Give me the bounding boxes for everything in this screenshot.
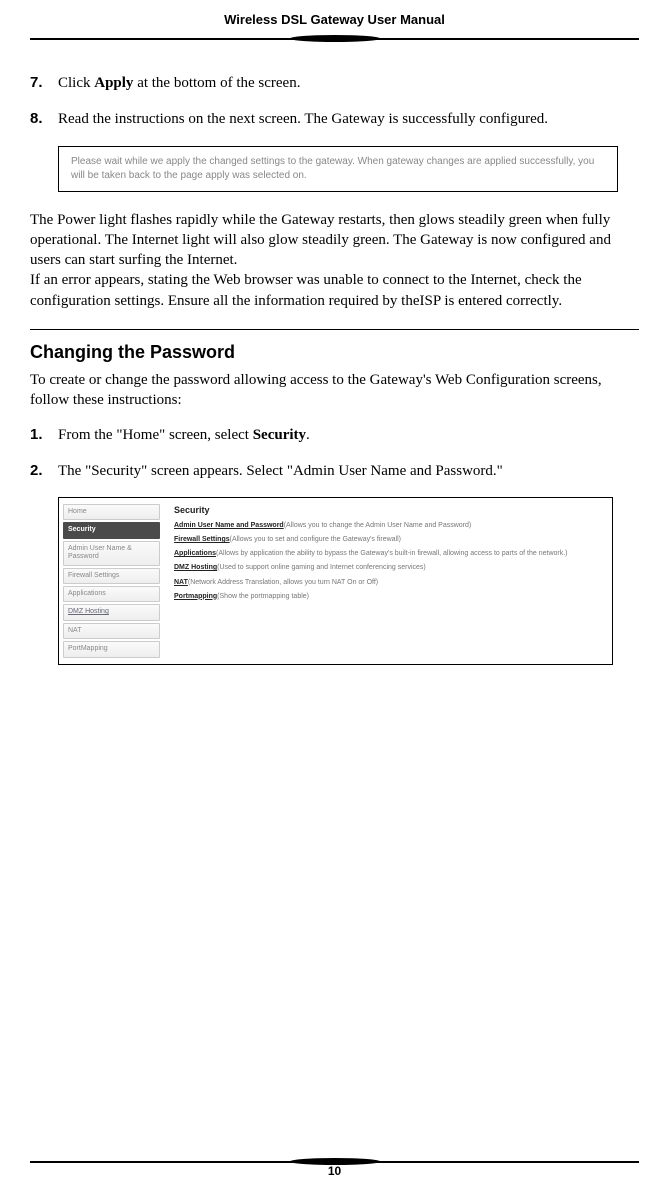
text: The "Security" screen appears. Select "A… (58, 463, 503, 479)
ss-link: NAT (174, 579, 188, 586)
bold-security: Security (253, 427, 306, 443)
security-screenshot: Home Security Admin User Name & Password… (58, 497, 613, 665)
step-number: 1. (30, 425, 58, 445)
screenshot-row: Portmapping(Show the portmapping table) (174, 592, 602, 601)
page-header: Wireless DSL Gateway User Manual (0, 0, 669, 27)
step-text: The "Security" screen appears. Select "A… (58, 461, 639, 481)
sidebar-item-applications: Applications (63, 586, 160, 602)
header-rule (0, 35, 669, 43)
step-number: 7. (30, 73, 58, 93)
page-number: 10 (0, 1164, 669, 1178)
step-text: From the "Home" screen, select Security. (58, 425, 639, 445)
sidebar-item-nat: NAT (63, 623, 160, 639)
sidebar-item-portmap: PortMapping (63, 641, 160, 657)
step-2: 2. The "Security" screen appears. Select… (30, 461, 639, 481)
ss-link: Firewall Settings (174, 536, 230, 543)
step-7: 7. Click Apply at the bottom of the scre… (30, 73, 639, 93)
screenshot-sidebar: Home Security Admin User Name & Password… (59, 498, 164, 664)
bold-apply: Apply (94, 75, 133, 91)
ss-link: Portmapping (174, 593, 217, 600)
step-text: Click Apply at the bottom of the screen. (58, 73, 639, 93)
paragraph: If an error appears, stating the Web bro… (30, 270, 639, 311)
screenshot-row: DMZ Hosting(Used to support online gamin… (174, 563, 602, 572)
ss-desc: (Used to support online gaming and Inter… (217, 564, 426, 571)
section-heading: Changing the Password (30, 340, 639, 364)
screenshot-row: Firewall Settings(Allows you to set and … (174, 535, 602, 544)
ss-desc: (Allows by application the ability to by… (216, 550, 568, 557)
step-number: 8. (30, 109, 58, 129)
sidebar-item-dmz: DMZ Hosting (63, 604, 160, 620)
message-text: Please wait while we apply the changed s… (71, 155, 605, 183)
screenshot-title: Security (174, 504, 602, 516)
screenshot-row: NAT(Network Address Translation, allows … (174, 578, 602, 587)
text: at the bottom of the screen. (133, 75, 300, 91)
paragraph: The Power light flashes rapidly while th… (30, 210, 639, 271)
screenshot-main: Security Admin User Name and Password(Al… (164, 498, 612, 664)
step-1: 1. From the "Home" screen, select Securi… (30, 425, 639, 445)
page-content: 7. Click Apply at the bottom of the scre… (0, 43, 669, 665)
ss-link: Applications (174, 550, 216, 557)
text: From the "Home" screen, select (58, 427, 253, 443)
message-box: Please wait while we apply the changed s… (58, 146, 618, 192)
section-rule (30, 329, 639, 330)
ss-desc: (Show the portmapping table) (217, 593, 309, 600)
ss-link: DMZ Hosting (174, 564, 217, 571)
ss-desc: (Allows you to set and configure the Gat… (230, 536, 401, 543)
step-text: Read the instructions on the next screen… (58, 109, 639, 129)
sidebar-item-security: Security (63, 522, 160, 538)
sidebar-item-home: Home (63, 504, 160, 520)
sidebar-item-admin: Admin User Name & Password (63, 541, 160, 566)
sidebar-item-firewall: Firewall Settings (63, 568, 160, 584)
ss-desc: (Network Address Translation, allows you… (188, 579, 378, 586)
ss-link: Admin User Name and Password (174, 522, 284, 529)
ss-desc: (Allows you to change the Admin User Nam… (284, 522, 472, 529)
text: Click (58, 75, 94, 91)
screenshot-row: Applications(Allows by application the a… (174, 549, 602, 558)
text: Read the instructions on the next screen… (58, 111, 548, 127)
screenshot-row: Admin User Name and Password(Allows you … (174, 521, 602, 530)
section-intro: To create or change the password allowin… (30, 370, 639, 411)
step-number: 2. (30, 461, 58, 481)
step-8: 8. Read the instructions on the next scr… (30, 109, 639, 129)
text: . (306, 427, 310, 443)
